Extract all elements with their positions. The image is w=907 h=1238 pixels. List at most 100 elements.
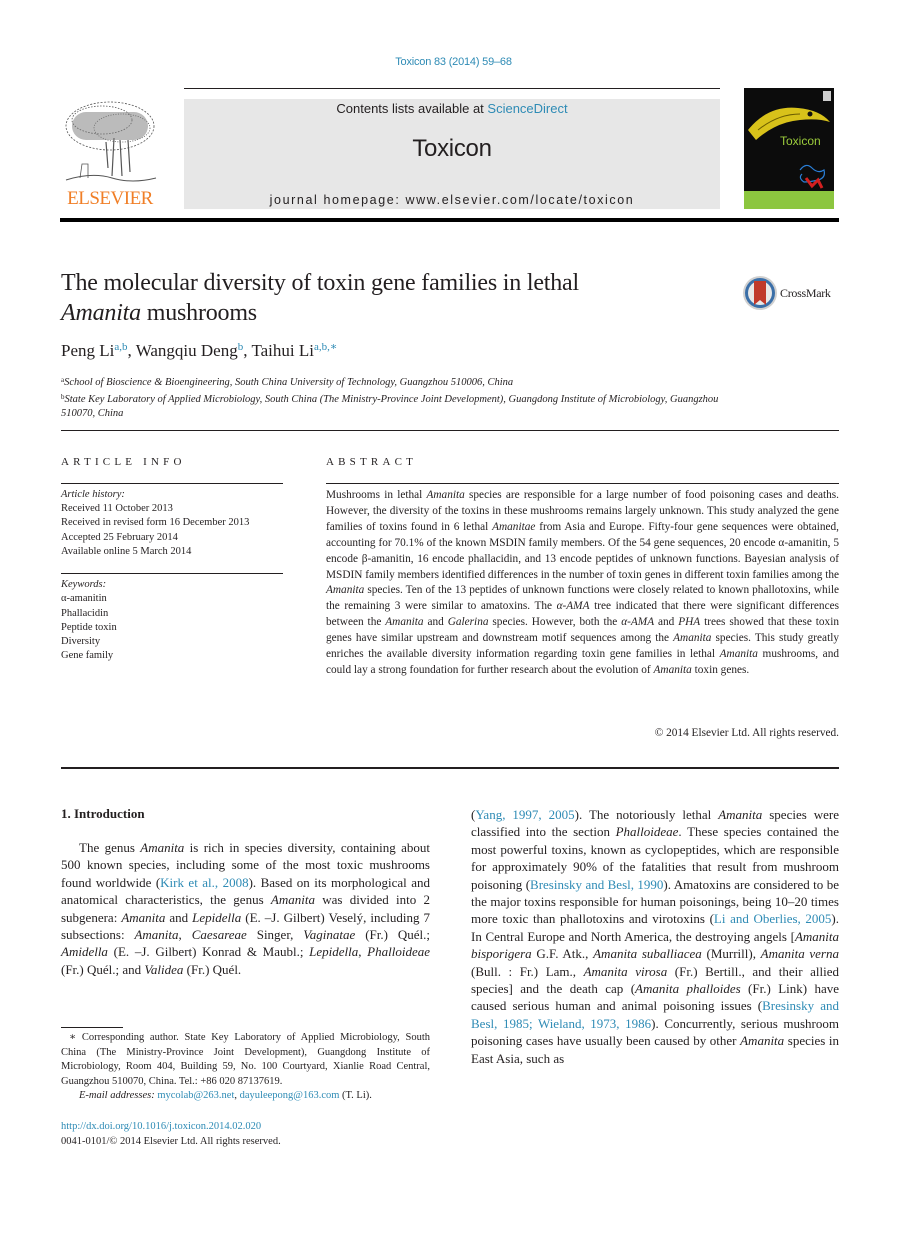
citation-link[interactable]: Bresinsky and Besl, 1990 — [530, 877, 663, 892]
text-run: , — [178, 927, 192, 943]
italic-term: α-AMA — [621, 616, 655, 629]
keyword: α-amanitin — [61, 593, 107, 605]
italic-term: Amanitae — [492, 520, 536, 533]
italic-term: Amanita verna — [760, 946, 839, 962]
author-name[interactable]: Peng Li — [61, 341, 114, 360]
text-run: , — [358, 944, 368, 960]
italic-term: Phalloideae — [367, 944, 430, 960]
contents-line: Contents lists available at ScienceDirec… — [184, 101, 720, 116]
history-item: Available online 5 March 2014 — [61, 545, 192, 557]
affiliation-text: State Key Laboratory of Applied Microbio… — [61, 394, 719, 419]
italic-term: Amidella — [61, 944, 108, 960]
sciencedirect-link[interactable]: ScienceDirect — [487, 101, 567, 116]
article-history: Article history: Received 11 October 201… — [61, 488, 283, 559]
crossmark-icon — [743, 276, 777, 310]
keywords-rule — [61, 573, 283, 574]
keywords-label: Keywords: — [61, 579, 107, 590]
affiliation-text: School of Bioscience & Bioengineering, S… — [64, 377, 514, 388]
author-affiliation-marker[interactable]: a,b,∗ — [314, 341, 337, 353]
footnote-emails: E-mail addresses: mycolab@263.net, dayul… — [61, 1089, 430, 1104]
italic-term: Lepidella — [309, 944, 359, 960]
author-name[interactable]: Taihui Li — [251, 341, 314, 360]
header-thick-rule — [60, 218, 839, 222]
author-affiliation-marker[interactable]: a,b — [114, 341, 127, 353]
italic-term: Amanita — [673, 632, 712, 645]
section-rule — [61, 430, 839, 431]
crossmark-label: CrossMark — [780, 286, 831, 300]
journal-cover-image[interactable]: Toxicon — [744, 88, 834, 209]
introduction-heading: 1. Introduction — [61, 806, 145, 821]
journal-header-box: Contents lists available at ScienceDirec… — [184, 99, 720, 209]
elsevier-logo[interactable]: ELSEVIER — [60, 98, 160, 210]
title-line-1: The molecular diversity of toxin gene fa… — [61, 270, 579, 296]
journal-name: Toxicon — [412, 135, 492, 162]
text-run: Singer, — [246, 927, 304, 943]
citation-link[interactable]: Kirk et al., 2008 — [160, 875, 248, 890]
italic-term: Amanita suballiacea — [593, 946, 702, 962]
text-run: and — [423, 616, 448, 629]
italic-term: Amanita — [653, 663, 692, 676]
italic-term: Validea — [144, 961, 184, 977]
italic-term: Caesareae — [191, 927, 247, 943]
doi-link[interactable]: http://dx.doi.org/10.1016/j.toxicon.2014… — [61, 1121, 261, 1132]
italic-term: Amanita — [718, 807, 763, 822]
issn-copyright: 0041-0101/© 2014 Elsevier Ltd. All right… — [61, 1135, 281, 1147]
author-name[interactable]: Wangqiu Deng — [136, 341, 238, 360]
text-run: and — [654, 616, 679, 629]
history-item: Accepted 25 February 2014 — [61, 531, 178, 543]
affiliations: aSchool of Bioscience & Bioengineering, … — [61, 373, 741, 421]
title-line-2-rest: mushrooms — [140, 300, 257, 326]
history-item: Received in revised form 16 December 201… — [61, 517, 250, 529]
italic-term: Amanita — [121, 909, 166, 925]
email-label: E-mail addresses: — [79, 1090, 155, 1101]
journal-homepage-link[interactable]: journal homepage: www.elsevier.com/locat… — [184, 193, 720, 207]
italic-term: Vaginatae — [303, 927, 356, 943]
text-run: (E. –J. Gilbert) Konrad & Maubl.; — [107, 944, 310, 960]
text-run: ). The notoriously lethal — [574, 807, 719, 822]
keyword: Gene family — [61, 650, 114, 662]
cover-footer-band — [744, 191, 834, 209]
text-run: and — [165, 909, 193, 925]
italic-term: Amanita — [270, 892, 315, 908]
text-run: The genus — [79, 840, 141, 855]
text-run: (Murrill), — [701, 946, 761, 962]
footnote-text: ∗ Corresponding author. State Key Labora… — [61, 1032, 430, 1087]
email-suffix: (T. Li). — [339, 1090, 372, 1101]
keywords: Keywords: α-amanitin Phallacidin Peptide… — [61, 578, 283, 664]
keyword: Phallacidin — [61, 607, 109, 619]
author-list: Peng Lia,b, Wangqiu Dengb, Taihui Lia,b,… — [61, 340, 337, 361]
body-column-right: (Yang, 1997, 2005). The notoriously leth… — [471, 806, 839, 1067]
email-link[interactable]: mycolab@263.net — [157, 1090, 234, 1101]
text-run: (Fr.) Quél.; and — [61, 961, 145, 977]
article-info-rule — [61, 483, 283, 484]
text-run: toxin genes. — [691, 663, 750, 676]
abstract-rule — [326, 483, 839, 484]
italic-term: Amanita — [426, 489, 465, 501]
abstract-copyright: © 2014 Elsevier Ltd. All rights reserved… — [654, 727, 839, 739]
email-link[interactable]: dayuleepong@163.com — [240, 1090, 340, 1101]
italic-term: Galerina — [447, 616, 489, 629]
text-run: (Bull. : Fr.) Lam., — [471, 963, 584, 979]
italic-term: Lepidella — [192, 909, 242, 925]
elsevier-wordmark: ELSEVIER — [67, 188, 153, 209]
affiliation: bState Key Laboratory of Applied Microbi… — [61, 390, 741, 421]
article-info-heading: ARTICLE INFO — [61, 456, 186, 468]
citation-link[interactable]: Yang, 1997, 2005 — [475, 807, 574, 822]
protein-structure-icon — [799, 164, 825, 189]
header-rule — [184, 88, 720, 89]
italic-term: Amanita — [719, 648, 758, 661]
italic-term: Amanita phalloides — [635, 981, 741, 997]
abstract-heading: ABSTRACT — [326, 456, 418, 468]
section-rule-bottom — [61, 767, 839, 769]
body-column-left: The genus Amanita is rich in species div… — [61, 839, 430, 978]
text-run: Mushrooms in lethal — [326, 489, 427, 501]
crossmark-button[interactable]: CrossMark — [742, 275, 842, 311]
text-run: (Fr.) Quél.; — [355, 927, 430, 943]
journal-reference-link[interactable]: Toxicon 83 (2014) 59–68 — [0, 56, 907, 68]
italic-term: Amanita — [134, 927, 179, 943]
italic-term: Phalloideae — [615, 824, 679, 840]
italic-term: Amanita — [326, 584, 365, 597]
corresponding-author-footnote: ∗ Corresponding author. State Key Labora… — [61, 1031, 430, 1104]
citation-link[interactable]: Li and Oberlies, 2005 — [714, 911, 831, 926]
footnote-rule — [61, 1027, 123, 1028]
